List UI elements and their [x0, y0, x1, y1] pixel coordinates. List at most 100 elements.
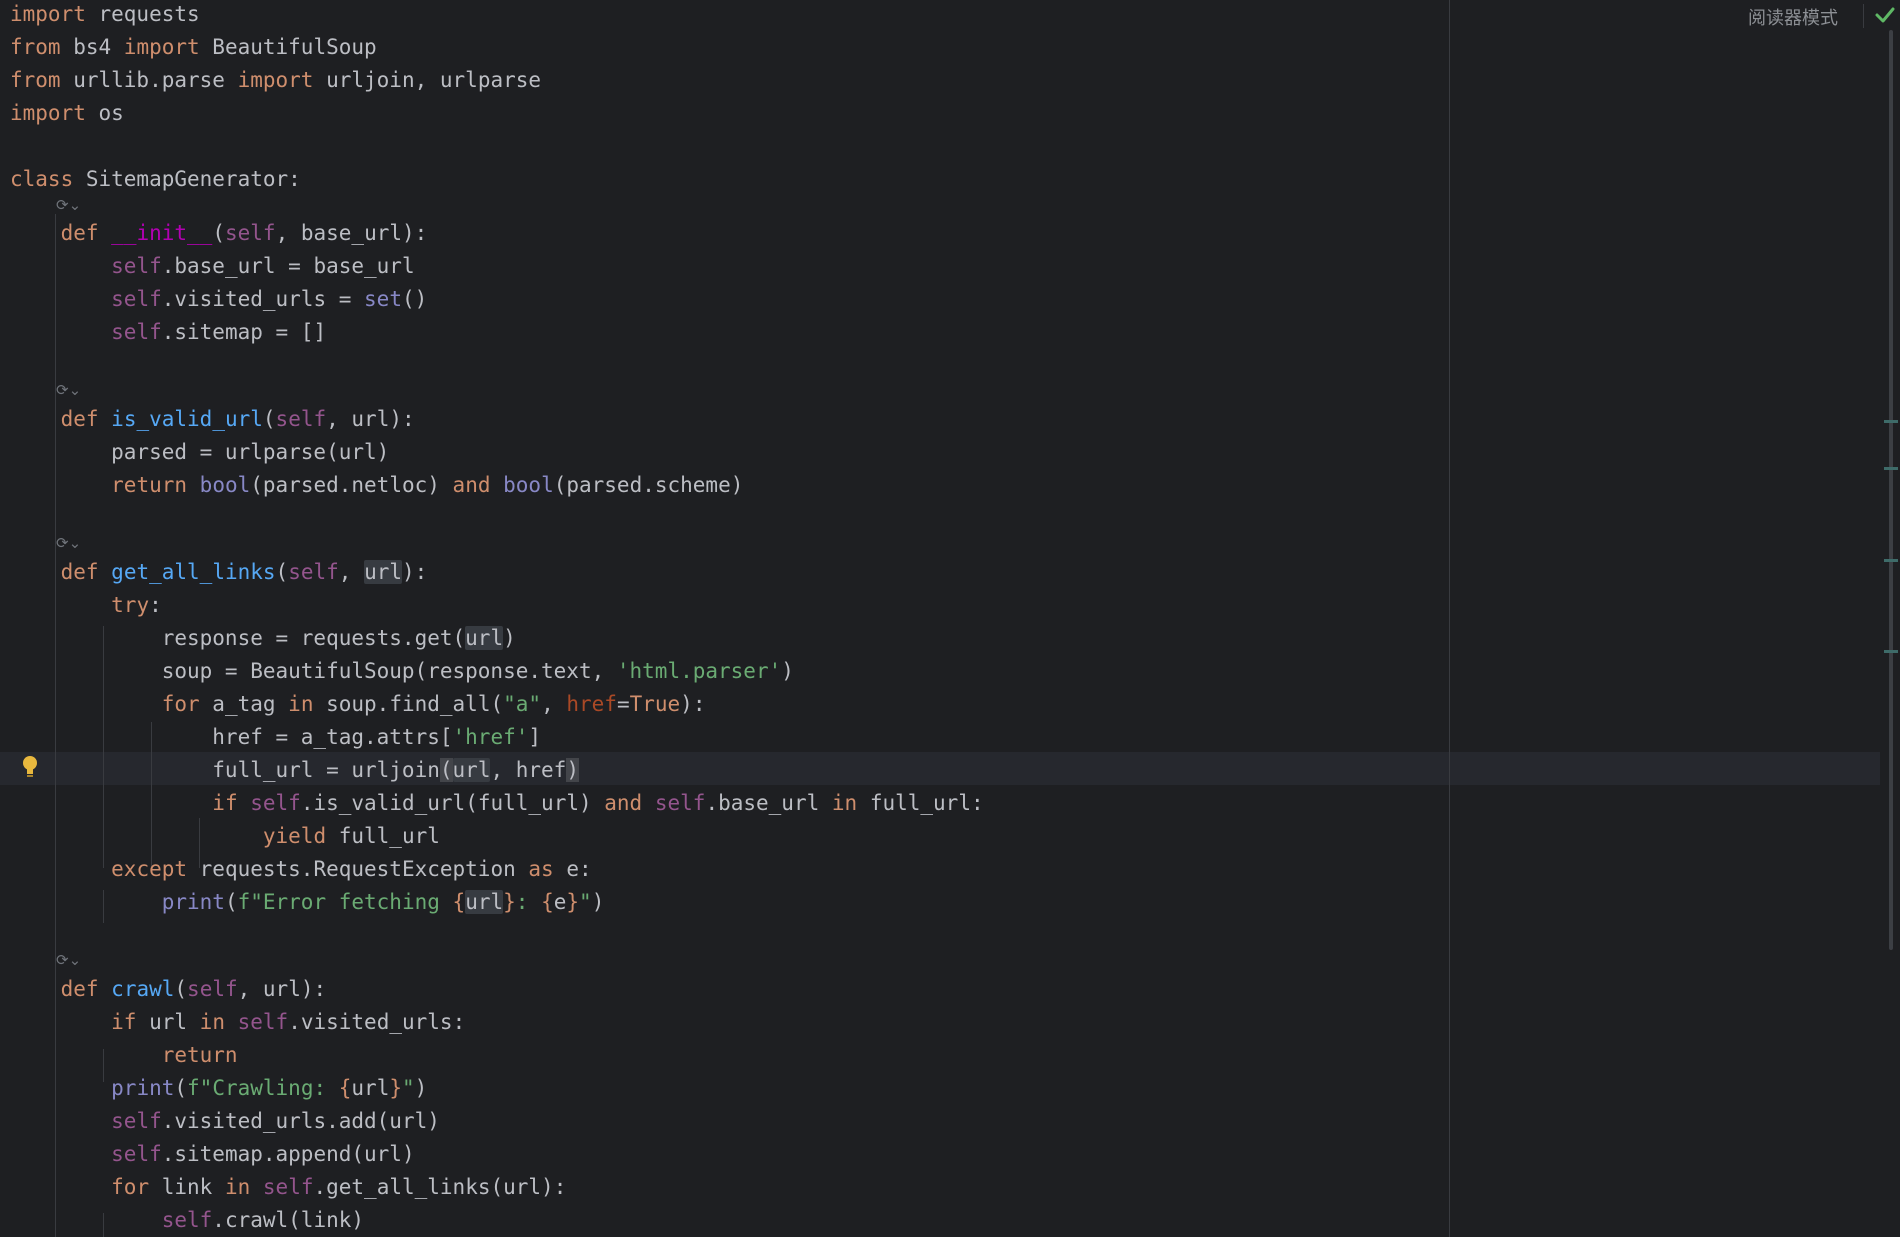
- code-token: :: [515, 890, 542, 914]
- code-token: soup.find_all(: [313, 692, 504, 716]
- code-token: , href: [490, 758, 567, 782]
- code-token: self: [262, 1175, 314, 1199]
- code-token: href = a_tag.attrs[: [10, 725, 453, 749]
- code-token: self: [111, 1109, 162, 1133]
- code-token: set: [364, 287, 402, 311]
- code-token: self: [275, 407, 327, 431]
- code-token: requests: [85, 2, 200, 26]
- code-token: self: [111, 254, 162, 278]
- override-method-icon[interactable]: ⟳⌄: [56, 951, 81, 969]
- code-line-text: from bs4 import BeautifulSoup: [10, 35, 377, 59]
- code-token: :: [149, 593, 162, 617]
- code-token: {: [452, 890, 466, 914]
- code-token: response = requests.get(: [10, 626, 466, 650]
- code-line-text: try:: [10, 593, 162, 617]
- override-method-icon[interactable]: ⟳⌄: [56, 534, 81, 552]
- code-token: link: [149, 1175, 225, 1199]
- code-token: import: [10, 101, 86, 125]
- code-line: for link in self.get_all_links(url):: [10, 1173, 566, 1206]
- code-token: ):: [402, 560, 428, 584]
- code-line-text: yield full_url: [10, 824, 440, 848]
- code-line: except requests.RequestException as e:: [10, 855, 591, 888]
- check-icon[interactable]: [1874, 4, 1896, 26]
- code-line-text: soup = BeautifulSoup(response.text, 'htm…: [10, 659, 794, 683]
- code-line: import requests: [10, 0, 200, 33]
- code-token: self: [237, 1010, 289, 1034]
- code-token: parsed = urlparse(url): [10, 440, 390, 464]
- code-token: 'href': [452, 725, 529, 749]
- code-line-text: href = a_tag.attrs['href']: [10, 725, 541, 749]
- scrollbar-marker: [1884, 650, 1898, 653]
- code-token: (: [262, 407, 276, 431]
- code-token: and: [452, 473, 491, 497]
- code-token: url: [136, 1010, 200, 1034]
- code-token: if: [111, 1010, 137, 1034]
- code-token: is_valid_url: [111, 407, 263, 431]
- code-line-text: def is_valid_url(self, url):: [10, 407, 415, 431]
- scrollbar-marker: [1884, 467, 1898, 470]
- code-token: self: [161, 1208, 213, 1232]
- code-token: import: [123, 35, 200, 59]
- code-line: return bool(parsed.netloc) and bool(pars…: [10, 471, 743, 504]
- code-token: return: [161, 1043, 238, 1067]
- code-token: def: [60, 221, 99, 245]
- code-token: try: [111, 593, 150, 617]
- code-line-text: self.sitemap.append(url): [10, 1142, 414, 1166]
- code-token: }: [503, 890, 516, 914]
- code-token: True: [629, 692, 681, 716]
- code-token: for: [111, 1175, 150, 1199]
- code-line: from bs4 import BeautifulSoup: [10, 33, 377, 66]
- code-token: .visited_urls.add(url): [161, 1109, 440, 1133]
- code-token: for: [161, 692, 200, 716]
- code-token: self: [224, 221, 276, 245]
- code-token: self: [111, 1142, 162, 1166]
- code-token: full_url = urljoin: [10, 758, 440, 782]
- code-token: url: [364, 560, 403, 584]
- code-line: soup = BeautifulSoup(response.text, 'htm…: [10, 657, 794, 690]
- override-method-icon[interactable]: ⟳⌄: [56, 381, 81, 399]
- code-line-text: self.visited_urls.add(url): [10, 1109, 440, 1133]
- code-line: self.visited_urls.add(url): [10, 1107, 440, 1140]
- code-line: response = requests.get(url): [10, 624, 516, 657]
- code-token: .crawl(link): [212, 1208, 365, 1232]
- code-token: }: [566, 890, 580, 914]
- code-token: , base_url):: [275, 221, 428, 245]
- code-token: ,: [338, 560, 365, 584]
- code-token: in: [224, 1175, 251, 1199]
- code-token: }: [389, 1076, 402, 1100]
- code-line: for a_tag in soup.find_all("a", href=Tru…: [10, 690, 706, 723]
- code-token: href: [566, 692, 617, 716]
- code-line-text: def __init__(self, base_url):: [10, 221, 428, 245]
- code-token: urljoin, urlparse: [313, 68, 542, 92]
- override-method-icon[interactable]: ⟳⌄: [56, 196, 81, 214]
- code-token: , url):: [326, 407, 415, 431]
- code-token: ): [591, 890, 605, 914]
- code-line-text: def get_all_links(self, url):: [10, 560, 427, 584]
- code-token: , url):: [237, 977, 327, 1001]
- code-token: def: [60, 977, 99, 1001]
- code-token: class: [10, 167, 74, 191]
- vertical-scrollbar[interactable]: [1889, 30, 1893, 950]
- code-editor[interactable]: ⟳⌄ ⟳⌄ ⟳⌄ ⟳⌄ import requests from bs4 imp…: [0, 0, 1900, 1237]
- code-token: full_url:: [857, 791, 984, 815]
- code-line: if self.is_valid_url(full_url) and self.…: [10, 789, 984, 822]
- reader-mode-button[interactable]: 阅读器模式: [1748, 4, 1838, 30]
- code-token: (: [212, 221, 225, 245]
- code-line-text: print(f"Crawling: {url}"): [10, 1076, 427, 1100]
- code-token: crawl: [111, 977, 175, 1001]
- code-token: ": [402, 1076, 415, 1100]
- code-token: bool: [503, 473, 554, 497]
- code-token: (: [174, 1076, 188, 1100]
- code-token: in: [288, 692, 314, 716]
- code-token: (: [275, 560, 289, 584]
